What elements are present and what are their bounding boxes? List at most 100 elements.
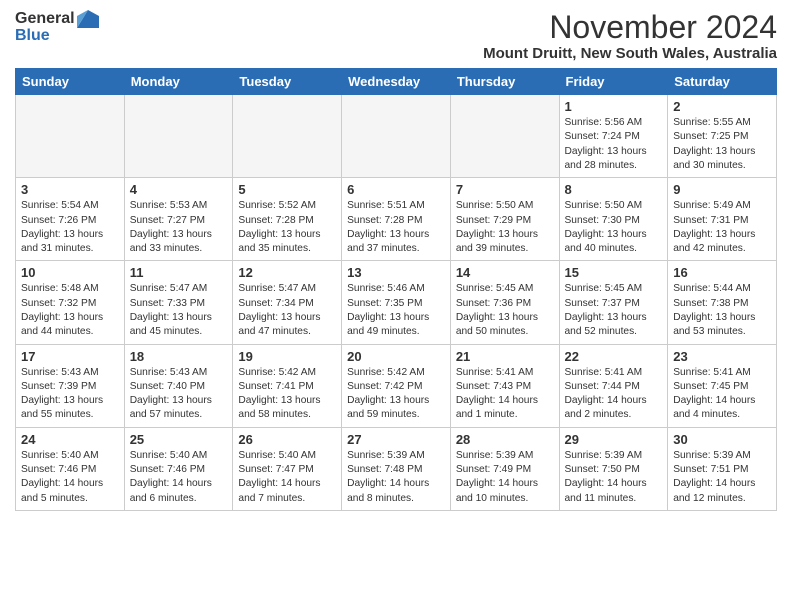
day-detail: Sunrise: 5:53 AM Sunset: 7:27 PM Dayligh… <box>130 199 228 256</box>
day-number: 11 <box>130 265 228 280</box>
table-row: 19 Sunrise: 5:42 AM Sunset: 7:41 PM Dayli… <box>233 344 342 427</box>
logo-icon <box>77 10 99 28</box>
table-row <box>342 95 451 178</box>
table-row <box>450 95 559 178</box>
col-tuesday: Tuesday <box>233 69 342 95</box>
table-row: 10 Sunrise: 5:48 AM Sunset: 7:32 PM Dayli… <box>16 261 125 344</box>
day-number: 13 <box>347 265 445 280</box>
day-number: 29 <box>565 432 663 447</box>
table-row: 21 Sunrise: 5:41 AM Sunset: 7:43 PM Dayli… <box>450 344 559 427</box>
day-number: 10 <box>21 265 119 280</box>
day-detail: Sunrise: 5:41 AM Sunset: 7:43 PM Dayligh… <box>456 366 554 423</box>
table-row: 16Sunrise: 5:44 AM Sunset: 7:38 PM Dayli… <box>668 261 777 344</box>
day-detail: Sunrise: 5:39 AM Sunset: 7:50 PM Dayligh… <box>565 449 663 506</box>
day-number: 28 <box>456 432 554 447</box>
table-row: 14 Sunrise: 5:45 AM Sunset: 7:36 PM Dayli… <box>450 261 559 344</box>
table-row <box>16 95 125 178</box>
table-row: 1 Sunrise: 5:56 AM Sunset: 7:24 PM Daylig… <box>559 95 668 178</box>
day-number: 30 <box>673 432 771 447</box>
day-number: 3 <box>21 182 119 197</box>
table-row: 15 Sunrise: 5:45 AM Sunset: 7:37 PM Dayli… <box>559 261 668 344</box>
day-number: 16 <box>673 265 771 280</box>
table-row: 24 Sunrise: 5:40 AM Sunset: 7:46 PM Dayli… <box>16 427 125 510</box>
day-detail: Sunrise: 5:39 AM Sunset: 7:48 PM Dayligh… <box>347 449 445 506</box>
day-detail: Sunrise: 5:49 AM Sunset: 7:31 PM Dayligh… <box>673 199 771 256</box>
logo-blue-text: Blue <box>15 28 50 44</box>
table-row: 7 Sunrise: 5:50 AM Sunset: 7:29 PM Daylig… <box>450 178 559 261</box>
logo-general-text: General <box>15 11 75 27</box>
table-row: 29 Sunrise: 5:39 AM Sunset: 7:50 PM Dayli… <box>559 427 668 510</box>
day-detail: Sunrise: 5:39 AM Sunset: 7:51 PM Dayligh… <box>673 449 771 506</box>
week-row-3: 10 Sunrise: 5:48 AM Sunset: 7:32 PM Dayli… <box>16 261 777 344</box>
table-row: 6 Sunrise: 5:51 AM Sunset: 7:28 PM Daylig… <box>342 178 451 261</box>
day-number: 15 <box>565 265 663 280</box>
day-detail: Sunrise: 5:50 AM Sunset: 7:30 PM Dayligh… <box>565 199 663 256</box>
day-number: 5 <box>238 182 336 197</box>
col-thursday: Thursday <box>450 69 559 95</box>
table-row: 2Sunrise: 5:55 AM Sunset: 7:25 PM Daylig… <box>668 95 777 178</box>
table-row <box>233 95 342 178</box>
table-row: 13 Sunrise: 5:46 AM Sunset: 7:35 PM Dayli… <box>342 261 451 344</box>
table-row: 26Sunrise: 5:40 AM Sunset: 7:47 PM Dayli… <box>233 427 342 510</box>
week-row-1: 1 Sunrise: 5:56 AM Sunset: 7:24 PM Daylig… <box>16 95 777 178</box>
location-text: Mount Druitt, New South Wales, Australia <box>483 45 777 62</box>
table-row: 22Sunrise: 5:41 AM Sunset: 7:44 PM Dayli… <box>559 344 668 427</box>
day-detail: Sunrise: 5:39 AM Sunset: 7:49 PM Dayligh… <box>456 449 554 506</box>
day-detail: Sunrise: 5:42 AM Sunset: 7:42 PM Dayligh… <box>347 366 445 423</box>
day-detail: Sunrise: 5:51 AM Sunset: 7:28 PM Dayligh… <box>347 199 445 256</box>
table-row: 8Sunrise: 5:50 AM Sunset: 7:30 PM Daylig… <box>559 178 668 261</box>
day-detail: Sunrise: 5:50 AM Sunset: 7:29 PM Dayligh… <box>456 199 554 256</box>
day-number: 23 <box>673 349 771 364</box>
day-number: 19 <box>238 349 336 364</box>
title-block: November 2024 Mount Druitt, New South Wa… <box>483 10 777 62</box>
day-detail: Sunrise: 5:40 AM Sunset: 7:46 PM Dayligh… <box>130 449 228 506</box>
table-row: 17 Sunrise: 5:43 AM Sunset: 7:39 PM Dayli… <box>16 344 125 427</box>
day-number: 14 <box>456 265 554 280</box>
day-detail: Sunrise: 5:55 AM Sunset: 7:25 PM Dayligh… <box>673 116 771 173</box>
day-number: 17 <box>21 349 119 364</box>
day-detail: Sunrise: 5:42 AM Sunset: 7:41 PM Dayligh… <box>238 366 336 423</box>
day-detail: Sunrise: 5:54 AM Sunset: 7:26 PM Dayligh… <box>21 199 119 256</box>
table-row: 5 Sunrise: 5:52 AM Sunset: 7:28 PM Daylig… <box>233 178 342 261</box>
day-number: 9 <box>673 182 771 197</box>
table-row: 18 Sunrise: 5:43 AM Sunset: 7:40 PM Dayli… <box>124 344 233 427</box>
logo: General Blue <box>15 10 99 44</box>
calendar-header-row: Sunday Monday Tuesday Wednesday Thursday… <box>16 69 777 95</box>
table-row: 20 Sunrise: 5:42 AM Sunset: 7:42 PM Dayli… <box>342 344 451 427</box>
day-detail: Sunrise: 5:40 AM Sunset: 7:47 PM Dayligh… <box>238 449 336 506</box>
day-detail: Sunrise: 5:47 AM Sunset: 7:34 PM Dayligh… <box>238 282 336 339</box>
day-detail: Sunrise: 5:45 AM Sunset: 7:36 PM Dayligh… <box>456 282 554 339</box>
day-detail: Sunrise: 5:48 AM Sunset: 7:32 PM Dayligh… <box>21 282 119 339</box>
table-row: 12 Sunrise: 5:47 AM Sunset: 7:34 PM Dayli… <box>233 261 342 344</box>
table-row: 9 Sunrise: 5:49 AM Sunset: 7:31 PM Daylig… <box>668 178 777 261</box>
day-number: 27 <box>347 432 445 447</box>
day-number: 4 <box>130 182 228 197</box>
day-number: 1 <box>565 99 663 114</box>
table-row: 23Sunrise: 5:41 AM Sunset: 7:45 PM Dayli… <box>668 344 777 427</box>
table-row: 27 Sunrise: 5:39 AM Sunset: 7:48 PM Dayli… <box>342 427 451 510</box>
day-detail: Sunrise: 5:43 AM Sunset: 7:39 PM Dayligh… <box>21 366 119 423</box>
day-detail: Sunrise: 5:45 AM Sunset: 7:37 PM Dayligh… <box>565 282 663 339</box>
day-number: 6 <box>347 182 445 197</box>
day-detail: Sunrise: 5:43 AM Sunset: 7:40 PM Dayligh… <box>130 366 228 423</box>
day-detail: Sunrise: 5:41 AM Sunset: 7:44 PM Dayligh… <box>565 366 663 423</box>
day-number: 12 <box>238 265 336 280</box>
table-row: 30 Sunrise: 5:39 AM Sunset: 7:51 PM Dayli… <box>668 427 777 510</box>
day-detail: Sunrise: 5:56 AM Sunset: 7:24 PM Dayligh… <box>565 116 663 173</box>
day-number: 25 <box>130 432 228 447</box>
day-number: 18 <box>130 349 228 364</box>
day-detail: Sunrise: 5:47 AM Sunset: 7:33 PM Dayligh… <box>130 282 228 339</box>
day-detail: Sunrise: 5:40 AM Sunset: 7:46 PM Dayligh… <box>21 449 119 506</box>
day-number: 21 <box>456 349 554 364</box>
col-friday: Friday <box>559 69 668 95</box>
day-number: 20 <box>347 349 445 364</box>
header: General Blue November 2024 Mount Druitt,… <box>15 10 777 62</box>
page-container: General Blue November 2024 Mount Druitt,… <box>0 0 792 521</box>
table-row <box>124 95 233 178</box>
table-row: 28 Sunrise: 5:39 AM Sunset: 7:49 PM Dayli… <box>450 427 559 510</box>
calendar-table: Sunday Monday Tuesday Wednesday Thursday… <box>15 68 777 511</box>
day-number: 7 <box>456 182 554 197</box>
day-number: 24 <box>21 432 119 447</box>
day-detail: Sunrise: 5:46 AM Sunset: 7:35 PM Dayligh… <box>347 282 445 339</box>
day-detail: Sunrise: 5:52 AM Sunset: 7:28 PM Dayligh… <box>238 199 336 256</box>
